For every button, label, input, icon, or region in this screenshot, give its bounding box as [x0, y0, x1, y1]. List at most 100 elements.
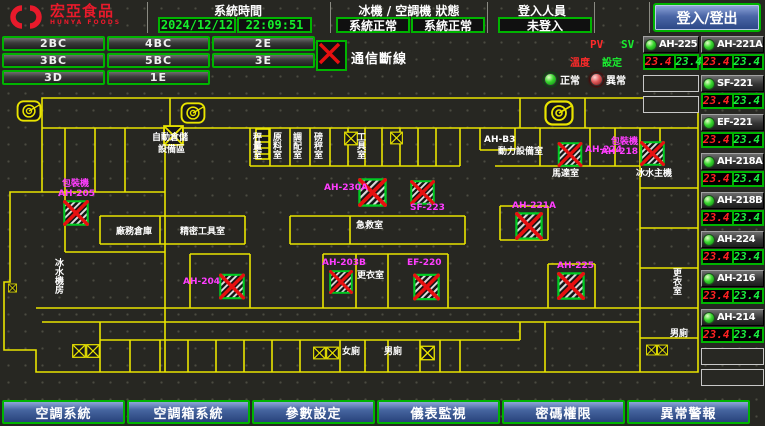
unit-button-ah-224[interactable]: AH-224 — [701, 231, 764, 248]
unit-button-ah-221a[interactable]: AH-221A — [701, 36, 764, 53]
ahu-offline-icon[interactable] — [516, 213, 541, 238]
empty-unit-slot — [701, 348, 764, 365]
unit-sv-value: 23.4 — [734, 212, 763, 224]
brand-logo: 宏亞食品 HUNYA FOODS — [6, 2, 121, 32]
unit-status-led-icon — [703, 312, 715, 324]
unit-button-ah-218b[interactable]: AH-218B — [701, 192, 764, 209]
unit-card-ah-221a: AH-221A23.423.4 — [701, 36, 764, 70]
unit-values: 23.423.4 — [643, 54, 699, 70]
legend-normal: 正常 — [544, 72, 580, 87]
comm-offline-icon — [316, 40, 347, 71]
unit-card-ah-218a: AH-218A23.423.4 — [701, 153, 764, 187]
unit-button-sf-221[interactable]: SF-221 — [701, 75, 764, 92]
unit-status-led-icon — [703, 39, 715, 51]
plan-unit-label: 包裝機 — [610, 135, 638, 147]
unit-status-led-icon — [703, 117, 715, 129]
brand-subtitle: HUNYA FOODS — [50, 19, 121, 26]
unit-status-led-icon — [703, 273, 715, 285]
ahu-offline-icon[interactable] — [330, 271, 352, 293]
unit-button-ef-221[interactable]: EF-221 — [701, 114, 764, 131]
ahu-offline-icon[interactable] — [220, 275, 243, 298]
unit-values: 23.423.4 — [701, 327, 764, 343]
plan-unit-label: AH-221A — [512, 201, 556, 211]
unit-name: SF-221 — [717, 78, 753, 89]
nav-button-3[interactable]: 參數設定 — [252, 400, 375, 424]
nav-button-1[interactable]: 空調系統 — [2, 400, 125, 424]
unit-status-led-icon — [703, 156, 715, 168]
area-button-2e[interactable]: 2E — [212, 36, 315, 51]
unit-button-ah-218a[interactable]: AH-218A — [701, 153, 764, 170]
floor-plan: 包裝機AH-205AH-204AH-230ASF-223AH-203BEF-22… — [0, 88, 700, 398]
chiller-status-value: 系統正常 — [336, 17, 410, 33]
unit-button-ah-214[interactable]: AH-214 — [701, 309, 764, 326]
system-clock-value: 22:09:51 — [237, 17, 312, 33]
nav-button-5[interactable]: 密碼權限 — [502, 400, 625, 424]
plan-unit-label: SF-223 — [410, 203, 445, 213]
pv-name-label: 溫度 — [570, 54, 590, 69]
area-button-4bc[interactable]: 4BC — [107, 36, 210, 51]
unit-status-led-icon — [703, 78, 715, 90]
unit-sv-value: 23.4 — [734, 251, 763, 263]
sv-label: SV — [621, 38, 634, 51]
unit-button-ah-225[interactable]: AH-225 — [643, 36, 699, 53]
plan-room-label: 男廁 — [384, 345, 402, 357]
area-button-2bc[interactable]: 2BC — [2, 36, 105, 51]
hmi-screen: 宏亞食品 HUNYA FOODS 系統時間 2024/12/12 22:09:5… — [0, 0, 765, 426]
ahu-offline-icon[interactable] — [559, 143, 582, 166]
ahu-offline-icon[interactable] — [411, 181, 434, 204]
elevator-shaft-icon — [391, 132, 403, 144]
header-divider — [487, 2, 488, 33]
unit-card-ef-221: EF-22123.423.4 — [701, 114, 764, 148]
area-button-1e[interactable]: 1E — [107, 70, 210, 85]
unit-name: AH-221A — [717, 39, 762, 50]
ahu-offline-icon[interactable] — [64, 201, 87, 224]
unit-sv-value: 23.4 — [734, 173, 763, 185]
ahu-offline-icon[interactable] — [414, 275, 438, 299]
header-divider — [147, 2, 148, 33]
ahu-offline-icon[interactable] — [558, 273, 583, 298]
plan-room-label: 廠務倉庫 — [116, 225, 152, 237]
unit-pv-value: 23.4 — [703, 290, 734, 302]
empty-unit-slot — [643, 96, 699, 113]
nav-button-4[interactable]: 儀表監視 — [377, 400, 500, 424]
area-button-3e[interactable]: 3E — [212, 53, 315, 68]
plan-room-label: 女廁 — [342, 345, 360, 357]
unit-pv-value: 23.4 — [703, 329, 734, 341]
ahu-offline-icon[interactable] — [641, 142, 664, 165]
plan-room-label: 更衣室 — [357, 269, 384, 281]
unit-card-ah-218b: AH-218B23.423.4 — [701, 192, 764, 226]
brand-name: 宏亞食品 — [50, 4, 121, 19]
unit-button-ah-216[interactable]: AH-216 — [701, 270, 764, 287]
plan-room-label: 急救室 — [356, 219, 383, 231]
unit-name: AH-214 — [717, 312, 755, 323]
unit-sv-value: 23.4 — [734, 134, 763, 146]
elevator-shaft-icon — [73, 345, 86, 358]
stairs-icon — [182, 103, 205, 122]
unit-name: AH-218A — [717, 156, 762, 167]
plan-unit-label: AH-203B — [322, 258, 366, 268]
plan-room-label: 精密工具室 — [180, 225, 225, 237]
plan-room-label: 馬達室 — [551, 167, 579, 179]
hunya-logo-icon — [6, 2, 46, 32]
plan-room-label: 磅秤室 — [312, 131, 323, 159]
area-button-3d[interactable]: 3D — [2, 70, 105, 85]
plan-room-label: 工具室 — [355, 132, 367, 159]
area-button-3bc[interactable]: 3BC — [2, 53, 105, 68]
elevator-shaft-icon — [8, 284, 16, 292]
comm-offline-label: 通信斷線 — [351, 48, 407, 67]
normal-label: 正常 — [560, 72, 580, 87]
unit-name: AH-224 — [717, 234, 755, 245]
legend-abnormal: 異常 — [590, 72, 626, 87]
unit-card-ah-225: AH-22523.423.4 — [643, 36, 699, 70]
unit-sv-value: 23.4 — [734, 329, 763, 341]
login-logout-button[interactable]: 登入/登出 — [653, 3, 761, 32]
normal-led-icon — [544, 73, 557, 86]
unit-values: 23.423.4 — [701, 288, 764, 304]
elevator-shaft-icon — [658, 345, 668, 355]
plan-room-label: 更衣室 — [671, 268, 682, 295]
nav-button-2[interactable]: 空調箱系統 — [127, 400, 250, 424]
unit-name: AH-216 — [717, 273, 755, 284]
nav-button-6[interactable]: 異常警報 — [627, 400, 750, 424]
area-button-5bc[interactable]: 5BC — [107, 53, 210, 68]
plan-room-label: 秤量室 — [251, 131, 262, 159]
